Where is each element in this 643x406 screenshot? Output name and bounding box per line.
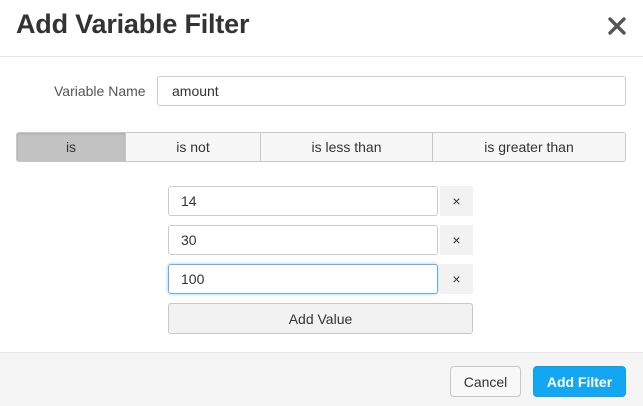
value-row: × (168, 186, 473, 216)
operator-is-not-button[interactable]: is not (126, 133, 261, 161)
operator-greater-than-button[interactable]: is greater than (433, 133, 625, 161)
remove-value-button[interactable]: × (440, 186, 473, 216)
close-button[interactable] (605, 12, 629, 40)
value-row: × (168, 264, 473, 294)
operator-is-button[interactable]: is (17, 133, 126, 161)
remove-value-button[interactable]: × (440, 264, 473, 294)
variable-name-label: Variable Name (54, 83, 146, 99)
dialog-body: Variable Name is is not is less than is … (0, 57, 643, 352)
value-input-focused[interactable] (168, 264, 438, 294)
dialog-header: Add Variable Filter (0, 0, 643, 57)
value-list: × × × (168, 186, 473, 303)
add-value-button[interactable]: Add Value (168, 303, 473, 334)
operator-less-than-button[interactable]: is less than (261, 133, 433, 161)
operator-segmented-control: is is not is less than is greater than (16, 132, 626, 162)
remove-value-button[interactable]: × (440, 225, 473, 255)
value-input[interactable] (168, 186, 438, 216)
value-row: × (168, 225, 473, 255)
add-variable-filter-dialog: Add Variable Filter Variable Name is is … (0, 0, 643, 406)
value-input[interactable] (168, 225, 438, 255)
dialog-title: Add Variable Filter (16, 9, 250, 39)
cancel-button[interactable]: Cancel (450, 366, 521, 397)
dialog-footer: Cancel Add Filter (0, 352, 643, 406)
add-filter-button[interactable]: Add Filter (533, 366, 626, 397)
variable-name-input[interactable] (157, 76, 626, 106)
close-icon (608, 17, 626, 35)
